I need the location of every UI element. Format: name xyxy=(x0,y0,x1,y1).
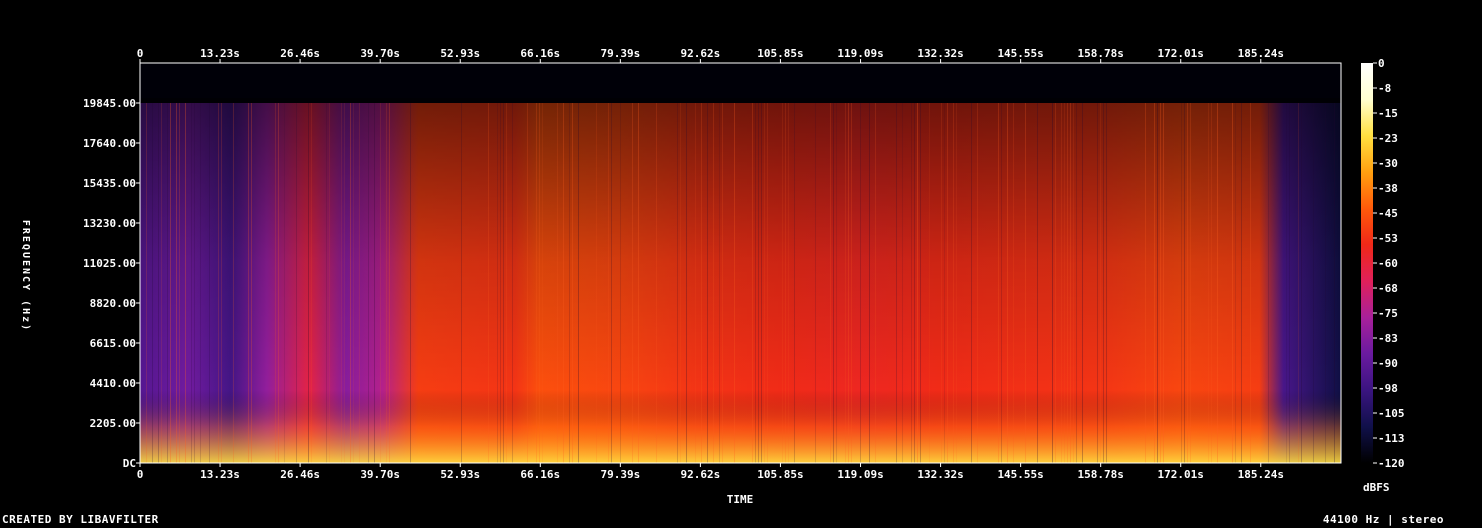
y-tick-label: 4410.00 xyxy=(90,377,136,390)
x-tick-label-top: 172.01s xyxy=(1158,47,1204,60)
colorbar-tick-label: -8 xyxy=(1378,82,1391,95)
x-tick-label-top: 158.78s xyxy=(1077,47,1123,60)
colorbar-tick-label: -60 xyxy=(1378,257,1398,270)
x-tick-label-bottom: 92.62s xyxy=(681,468,721,481)
x-tick-label-bottom: 132.32s xyxy=(917,468,963,481)
colorbar xyxy=(1361,63,1373,463)
colorbar-tick-label: -120 xyxy=(1378,457,1405,470)
x-tick-label-top: 145.55s xyxy=(997,47,1043,60)
colorbar-tick-label: -30 xyxy=(1378,157,1398,170)
x-tick-label-top: 105.85s xyxy=(757,47,803,60)
x-axis-top: 0 13.23s 26.46s 39.70s 52.93s 66.16s 79.39s 92.… xyxy=(137,47,1284,63)
x-tick-label-top: 13.23s xyxy=(200,47,240,60)
x-tick-label-top: 185.24s xyxy=(1238,47,1284,60)
y-tick-label: 11025.00 xyxy=(83,257,136,270)
x-tick-label-top: 52.93s xyxy=(440,47,480,60)
colorbar-tick-label: -90 xyxy=(1378,357,1398,370)
x-tick-label-bottom: 119.09s xyxy=(837,468,883,481)
colorbar-tick-label: -113 xyxy=(1378,432,1405,445)
colorbar-tick-label: -83 xyxy=(1378,332,1398,345)
spectrogram-plot xyxy=(140,63,1341,463)
x-tick-label-top: 39.70s xyxy=(360,47,400,60)
y-tick-label: DC xyxy=(123,457,136,470)
y-tick-label: 2205.00 xyxy=(90,417,136,430)
colorbar-ticks: 0 -8 -15 -23 -30 -38 -45 -53 -60 -68 -75 -83 -90 -98 -… xyxy=(1373,57,1405,470)
x-tick-label-top: 132.32s xyxy=(917,47,963,60)
x-tick-label-top: 26.46s xyxy=(280,47,320,60)
x-tick-label-bottom: 79.39s xyxy=(600,468,640,481)
colorbar-tick-label: -53 xyxy=(1378,232,1398,245)
x-tick-label-bottom: 39.70s xyxy=(360,468,400,481)
y-tick-label: 17640.00 xyxy=(83,137,136,150)
colorbar-tick-label: -75 xyxy=(1378,307,1398,320)
y-tick-label: 19845.00 xyxy=(83,97,136,110)
x-axis-bottom: 0 13.23s 26.46s 39.70s 52.93s 66.16s 79.39s 92.… xyxy=(137,463,1284,481)
footer-sample-info: 44100 Hz | stereo xyxy=(1322,513,1444,526)
x-tick-label-top: 0 xyxy=(137,47,144,60)
x-tick-label-top: 92.62s xyxy=(681,47,721,60)
x-tick-label-top: 119.09s xyxy=(837,47,883,60)
x-tick-label-bottom: 158.78s xyxy=(1077,468,1123,481)
colorbar-tick-label: -38 xyxy=(1378,182,1398,195)
colorbar-label: dBFS xyxy=(1363,481,1390,494)
y-axis: DC 2205.00 4410.00 6615.00 8820.00 11025.00 13… xyxy=(83,97,140,470)
y-tick-label: 6615.00 xyxy=(90,337,136,350)
colorbar-tick-label: 0 xyxy=(1378,57,1385,70)
y-tick-label: 13230.00 xyxy=(83,217,136,230)
x-axis-label: TIME xyxy=(727,493,754,506)
colorbar-tick-label: -98 xyxy=(1378,382,1398,395)
colorbar-tick-label: -23 xyxy=(1378,132,1398,145)
x-tick-label-bottom: 105.85s xyxy=(757,468,803,481)
x-tick-label-bottom: 0 xyxy=(137,468,144,481)
x-tick-label-bottom: 52.93s xyxy=(440,468,480,481)
footer-credit: CREATED BY LIBAVFILTER xyxy=(2,513,159,526)
y-tick-label: 15435.00 xyxy=(83,177,136,190)
spectrogram-figure: 0 13.23s 26.46s 39.70s 52.93s 66.16s 79.39s 92.… xyxy=(20,47,1405,506)
x-tick-label-bottom: 26.46s xyxy=(280,468,320,481)
y-axis-label: FREQUENCY (Hz) xyxy=(20,220,31,332)
colorbar-tick-label: -45 xyxy=(1378,207,1398,220)
x-tick-label-bottom: 13.23s xyxy=(200,468,240,481)
colorbar-tick-label: -15 xyxy=(1378,107,1398,120)
colorbar-tick-label: -105 xyxy=(1378,407,1405,420)
x-tick-label-bottom: 145.55s xyxy=(997,468,1043,481)
x-tick-label-bottom: 185.24s xyxy=(1238,468,1284,481)
x-tick-label-top: 79.39s xyxy=(600,47,640,60)
colorbar-tick-label: -68 xyxy=(1378,282,1398,295)
x-tick-label-bottom: 66.16s xyxy=(520,468,560,481)
x-tick-label-bottom: 172.01s xyxy=(1158,468,1204,481)
y-tick-label: 8820.00 xyxy=(90,297,136,310)
x-tick-label-top: 66.16s xyxy=(520,47,560,60)
